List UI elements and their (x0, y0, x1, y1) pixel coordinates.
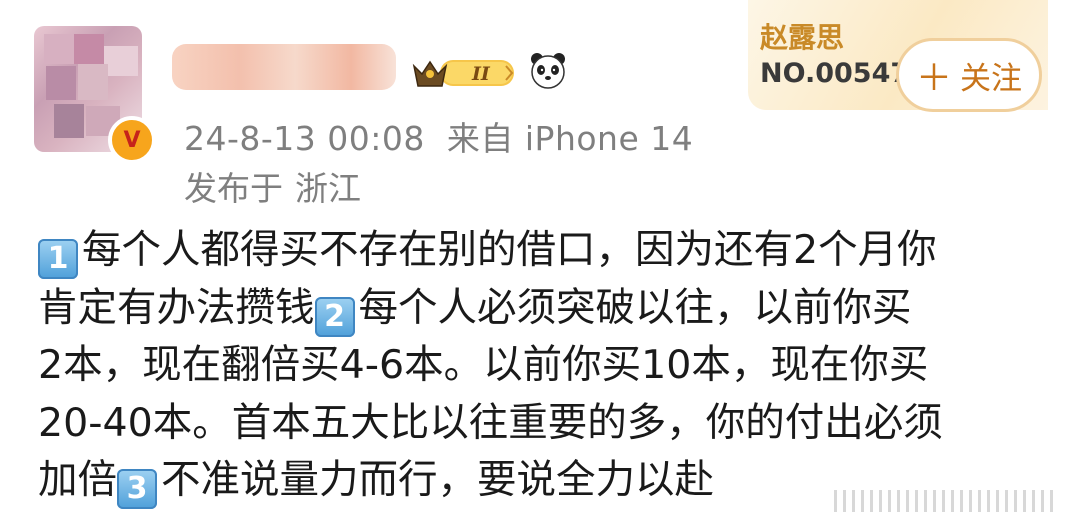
level-text: II (471, 63, 491, 85)
post-line: 肯定有办法攒钱 2 每个人必须突破以往，以前你买 (38, 280, 1058, 338)
plus-icon: ＋ (915, 58, 952, 99)
keycap-1-icon: 1 (38, 239, 78, 279)
post-location: 浙江 (295, 169, 361, 208)
keycap-2-icon: 2 (314, 296, 355, 337)
post-location-line: 发布于 浙江 (184, 162, 361, 210)
username-blurred[interactable] (172, 44, 396, 90)
post-body: 1 每个人都得买不存在别的借口，因为还有2个月你 肯定有办法攒钱 2 每个人必须突破以… (38, 222, 1058, 510)
post-meta: 24-8-13 00:08 来自 iPhone 14 (184, 112, 693, 160)
verified-badge: V (108, 116, 156, 164)
follow-button-label: 关注 (960, 60, 1022, 97)
follow-button[interactable]: ＋ 关注 (896, 38, 1042, 112)
published-prefix: 发布于 (184, 169, 283, 208)
panda-icon (531, 53, 565, 89)
crown-level-icon: II (412, 60, 514, 87)
post-date: 24-8-13 00:08 (184, 119, 425, 158)
keycap-3-icon: 3 (117, 469, 157, 509)
post-source[interactable]: 来自 iPhone 14 (447, 119, 693, 158)
fan-card-number: NO.005479 (760, 58, 908, 89)
fan-card-name: 赵露思 (760, 21, 845, 54)
post-line: 20-40本。首本五大比以往重要的多，你的付出必须 (38, 399, 943, 446)
post-line: 2本，现在翻倍买4-6本。以前你买10本，现在你买 (38, 342, 929, 388)
watermark (834, 488, 1066, 514)
post-line: 1 每个人都得买不存在别的借口，因为还有2个月你 (38, 222, 1058, 280)
